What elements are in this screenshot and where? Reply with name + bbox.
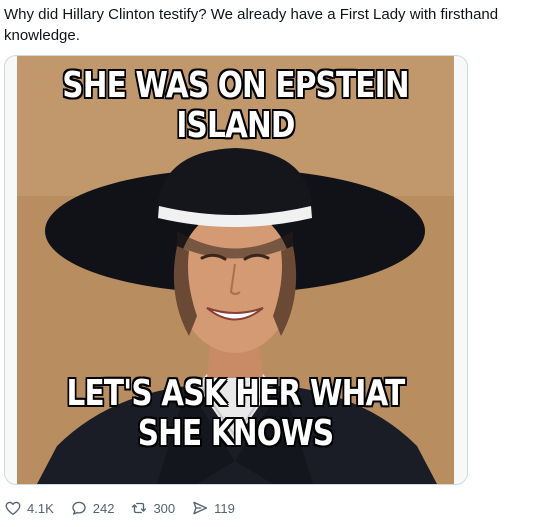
repost-count: 300	[153, 500, 176, 516]
speech-bubble-icon	[72, 501, 86, 515]
view-count: 119	[214, 500, 235, 516]
reply-button[interactable]: 242	[70, 499, 115, 517]
reply-count: 242	[92, 500, 115, 516]
like-count: 4.1K	[27, 500, 54, 516]
post-text: Why did Hillary Clinton testify? We alre…	[4, 6, 499, 44]
share-button[interactable]: 119	[191, 499, 235, 517]
repost-button[interactable]: 300	[130, 499, 175, 517]
heart-icon	[5, 501, 21, 516]
meme-bottom-caption: LET'S ASK HER WHAT SHE KNOWS	[66, 373, 405, 454]
post-actions: 4.1K 242 300 119	[4, 497, 251, 519]
media-container[interactable]: SHE WAS ON EPSTEIN ISLAND LET'S ASK HER …	[4, 55, 468, 485]
like-button[interactable]: 4.1K	[4, 499, 54, 517]
repost-arrows-icon	[132, 502, 147, 514]
send-arrow-icon	[193, 501, 208, 515]
meme-top-caption: SHE WAS ON EPSTEIN ISLAND	[62, 65, 409, 146]
meme-image[interactable]: SHE WAS ON EPSTEIN ISLAND LET'S ASK HER …	[17, 56, 454, 484]
